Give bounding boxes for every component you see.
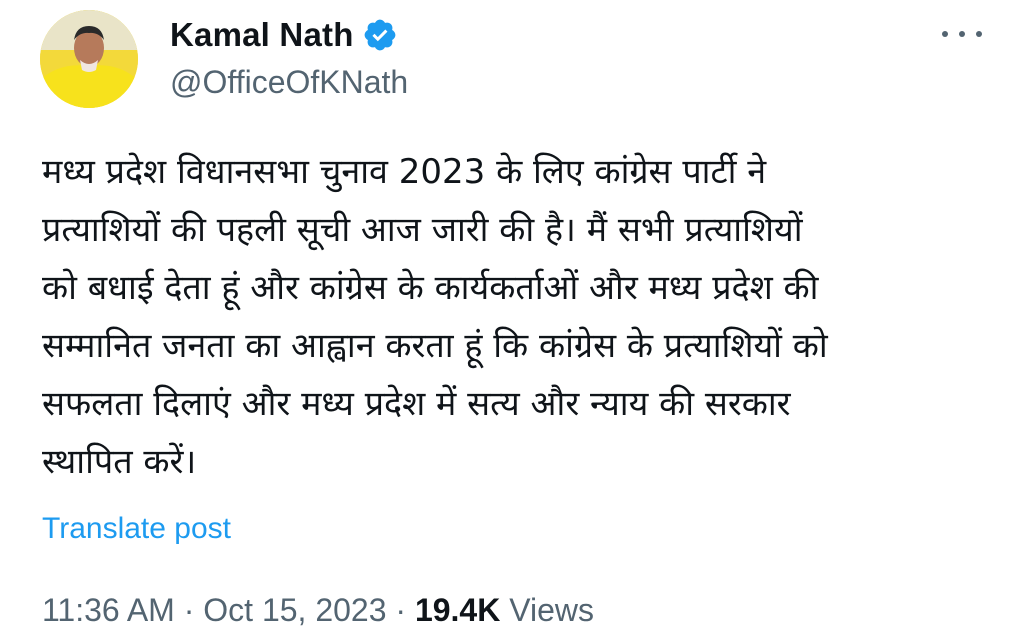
- author-name-row[interactable]: Kamal Nath: [170, 12, 398, 58]
- tweet-text: मध्य प्रदेश विधानसभा चुनाव 2023 के लिए क…: [42, 143, 992, 491]
- tweet-meta: 11:36 AM · Oct 15, 2023 · 19.4K Views: [42, 592, 594, 629]
- more-dot: [976, 31, 982, 37]
- tweet-line: स्थापित करें।: [42, 442, 197, 482]
- tweet-line: सफलता दिलाएं और मध्य प्रदेश में सत्य और …: [42, 384, 791, 424]
- author-handle[interactable]: @OfficeOfKNath: [170, 64, 408, 101]
- views-count[interactable]: 19.4K: [415, 592, 500, 628]
- tweet-time[interactable]: 11:36 AM: [42, 592, 175, 628]
- more-options-icon[interactable]: [942, 22, 982, 46]
- tweet-line: प्रत्याशियों की पहली सूची आज जारी की है।…: [42, 210, 803, 250]
- views-label[interactable]: Views: [509, 592, 594, 628]
- tweet-date[interactable]: Oct 15, 2023: [203, 592, 386, 628]
- author-display-name[interactable]: Kamal Nath: [170, 16, 354, 54]
- tweet-line: सम्मानित जनता का आह्वान करता हूं कि कांग…: [42, 326, 828, 366]
- meta-separator: ·: [183, 592, 195, 628]
- translate-post-link[interactable]: Translate post: [42, 512, 231, 546]
- avatar[interactable]: [40, 10, 138, 108]
- more-dot: [942, 31, 948, 37]
- verified-badge-icon: [364, 19, 395, 51]
- meta-separator: ·: [395, 592, 407, 628]
- more-dot: [959, 31, 965, 37]
- avatar-image: [40, 10, 138, 108]
- tweet-line: मध्य प्रदेश विधानसभा चुनाव 2023 के लिए क…: [42, 152, 767, 192]
- tweet-line: को बधाई देता हूं और कांग्रेस के कार्यकर्…: [42, 268, 819, 308]
